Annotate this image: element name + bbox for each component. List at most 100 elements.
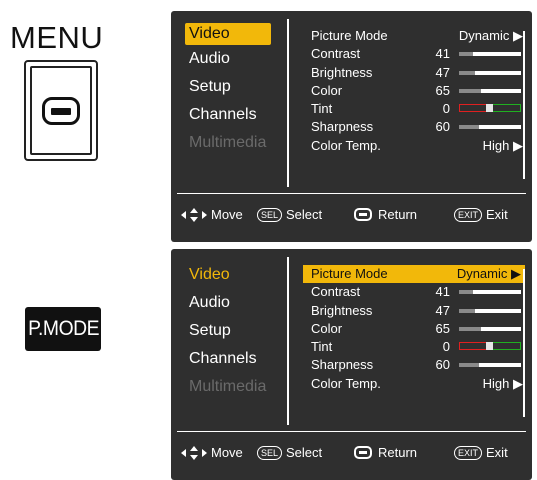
row-label: Contrast (311, 46, 361, 62)
sel-key-icon: SEL (257, 445, 283, 460)
category-multimedia: Multimedia (189, 378, 267, 395)
row-value: Dynamic ▶ (458, 28, 523, 43)
row-value: 65 (435, 82, 450, 98)
settings-list: Picture Mode Dynamic ▶ Contrast 41 Brigh… (299, 27, 527, 155)
row-label: Brightness (311, 64, 373, 80)
category-multimedia: Multimedia (189, 134, 267, 151)
footer-hints: Move SEL Select Return EXIT Exit (171, 203, 532, 227)
exit-key-icon: EXIT (454, 207, 483, 222)
row-value: High ▶ (482, 137, 523, 153)
hint-exit: EXIT Exit (454, 445, 508, 460)
row-value: Dynamic ▶ (456, 266, 521, 281)
row-label: Sharpness (311, 357, 374, 373)
category-list: Video Audio Setup Channels Multimedia (185, 261, 275, 401)
row-value: 60 (435, 119, 450, 135)
row-label: Tint (311, 339, 333, 355)
hint-move: Move (179, 207, 243, 222)
return-icon (354, 208, 372, 221)
scrollbar[interactable] (523, 269, 525, 417)
category-channels[interactable]: Channels (185, 345, 275, 373)
row-brightness[interactable]: Brightness 47 (299, 64, 527, 82)
hint-select-label: Select (286, 207, 323, 222)
row-color-temp[interactable]: Color Temp. High ▶ (299, 375, 527, 393)
row-brightness[interactable]: Brightness 47 (299, 302, 527, 320)
tint-slider[interactable] (459, 104, 521, 113)
row-tint[interactable]: Tint 0 (299, 100, 527, 118)
hint-return-label: Return (378, 207, 418, 222)
footer-divider (177, 193, 526, 194)
category-channels[interactable]: Channels (185, 101, 275, 129)
exit-key-icon: EXIT (454, 445, 483, 460)
row-contrast[interactable]: Contrast 41 (299, 283, 527, 301)
hint-return-label: Return (378, 445, 418, 460)
hint-return: Return (354, 445, 417, 460)
row-color[interactable]: Color 65 (299, 320, 527, 338)
row-label: Tint (311, 101, 333, 117)
hint-select: SEL Select (257, 445, 322, 460)
color-slider[interactable] (459, 88, 521, 93)
hint-exit-label: Exit (486, 445, 508, 460)
tint-slider[interactable] (459, 342, 521, 351)
return-icon (354, 446, 372, 459)
row-label: Picture Mode (311, 266, 388, 281)
footer-hints: Move SEL Select Return EXIT Exit (171, 441, 532, 465)
menu-icon (42, 96, 80, 125)
osd-menu-bottom: Video Audio Setup Channels Multimedia Pi… (171, 249, 532, 480)
row-color[interactable]: Color 65 (299, 82, 527, 100)
contrast-slider[interactable] (459, 52, 521, 57)
category-setup[interactable]: Setup (185, 73, 275, 101)
footer-divider (177, 431, 526, 432)
divider (287, 257, 289, 425)
category-setup[interactable]: Setup (185, 317, 275, 345)
sharpness-slider[interactable] (459, 363, 521, 368)
row-contrast[interactable]: Contrast 41 (299, 45, 527, 63)
hint-exit: EXIT Exit (454, 207, 508, 222)
brightness-slider[interactable] (459, 308, 521, 313)
row-label: Color (311, 82, 343, 98)
row-label: Picture Mode (311, 28, 388, 43)
category-video[interactable]: Video (185, 261, 275, 289)
row-label: Sharpness (311, 119, 374, 135)
row-value: 60 (435, 357, 450, 373)
pmode-button[interactable]: P.MODE (25, 307, 101, 351)
menu-button[interactable] (24, 60, 98, 161)
category-audio[interactable]: Audio (185, 289, 275, 317)
row-value: 47 (435, 302, 450, 318)
category-audio[interactable]: Audio (185, 45, 275, 73)
color-slider[interactable] (459, 326, 521, 331)
row-label: Color Temp. (311, 375, 381, 391)
settings-list: Picture Mode Dynamic ▶ Contrast 41 Brigh… (299, 265, 527, 393)
scrollbar[interactable] (523, 31, 525, 179)
row-value: High ▶ (482, 375, 523, 391)
pmode-label: P.MODE (28, 317, 100, 340)
row-label: Contrast (311, 284, 361, 300)
category-video[interactable]: Video (185, 23, 271, 45)
row-tint[interactable]: Tint 0 (299, 338, 527, 356)
row-value: 65 (435, 320, 450, 336)
hint-exit-label: Exit (486, 207, 508, 222)
row-value: 0 (442, 339, 450, 355)
divider (287, 19, 289, 187)
row-value: 41 (435, 284, 450, 300)
row-label: Color (311, 320, 343, 336)
sharpness-slider[interactable] (459, 125, 521, 130)
row-label: Color Temp. (311, 137, 381, 153)
contrast-slider[interactable] (459, 290, 521, 295)
row-label: Brightness (311, 302, 373, 318)
category-list: Video Audio Setup Channels Multimedia (185, 23, 275, 157)
row-color-temp[interactable]: Color Temp. High ▶ (299, 137, 527, 155)
hint-move-label: Move (211, 207, 243, 222)
brightness-slider[interactable] (459, 70, 521, 75)
row-sharpness[interactable]: Sharpness 60 (299, 356, 527, 374)
arrows-icon (179, 207, 209, 222)
arrows-icon (179, 445, 209, 460)
row-sharpness[interactable]: Sharpness 60 (299, 118, 527, 136)
menu-button-face (30, 66, 92, 155)
row-value: 47 (435, 64, 450, 80)
hint-move: Move (179, 445, 243, 460)
row-picture-mode[interactable]: Picture Mode Dynamic ▶ (299, 27, 527, 45)
row-picture-mode[interactable]: Picture Mode Dynamic ▶ (303, 265, 525, 284)
osd-menu-top: Video Audio Setup Channels Multimedia Pi… (171, 11, 532, 242)
hint-move-label: Move (211, 445, 243, 460)
hint-select-label: Select (286, 445, 323, 460)
